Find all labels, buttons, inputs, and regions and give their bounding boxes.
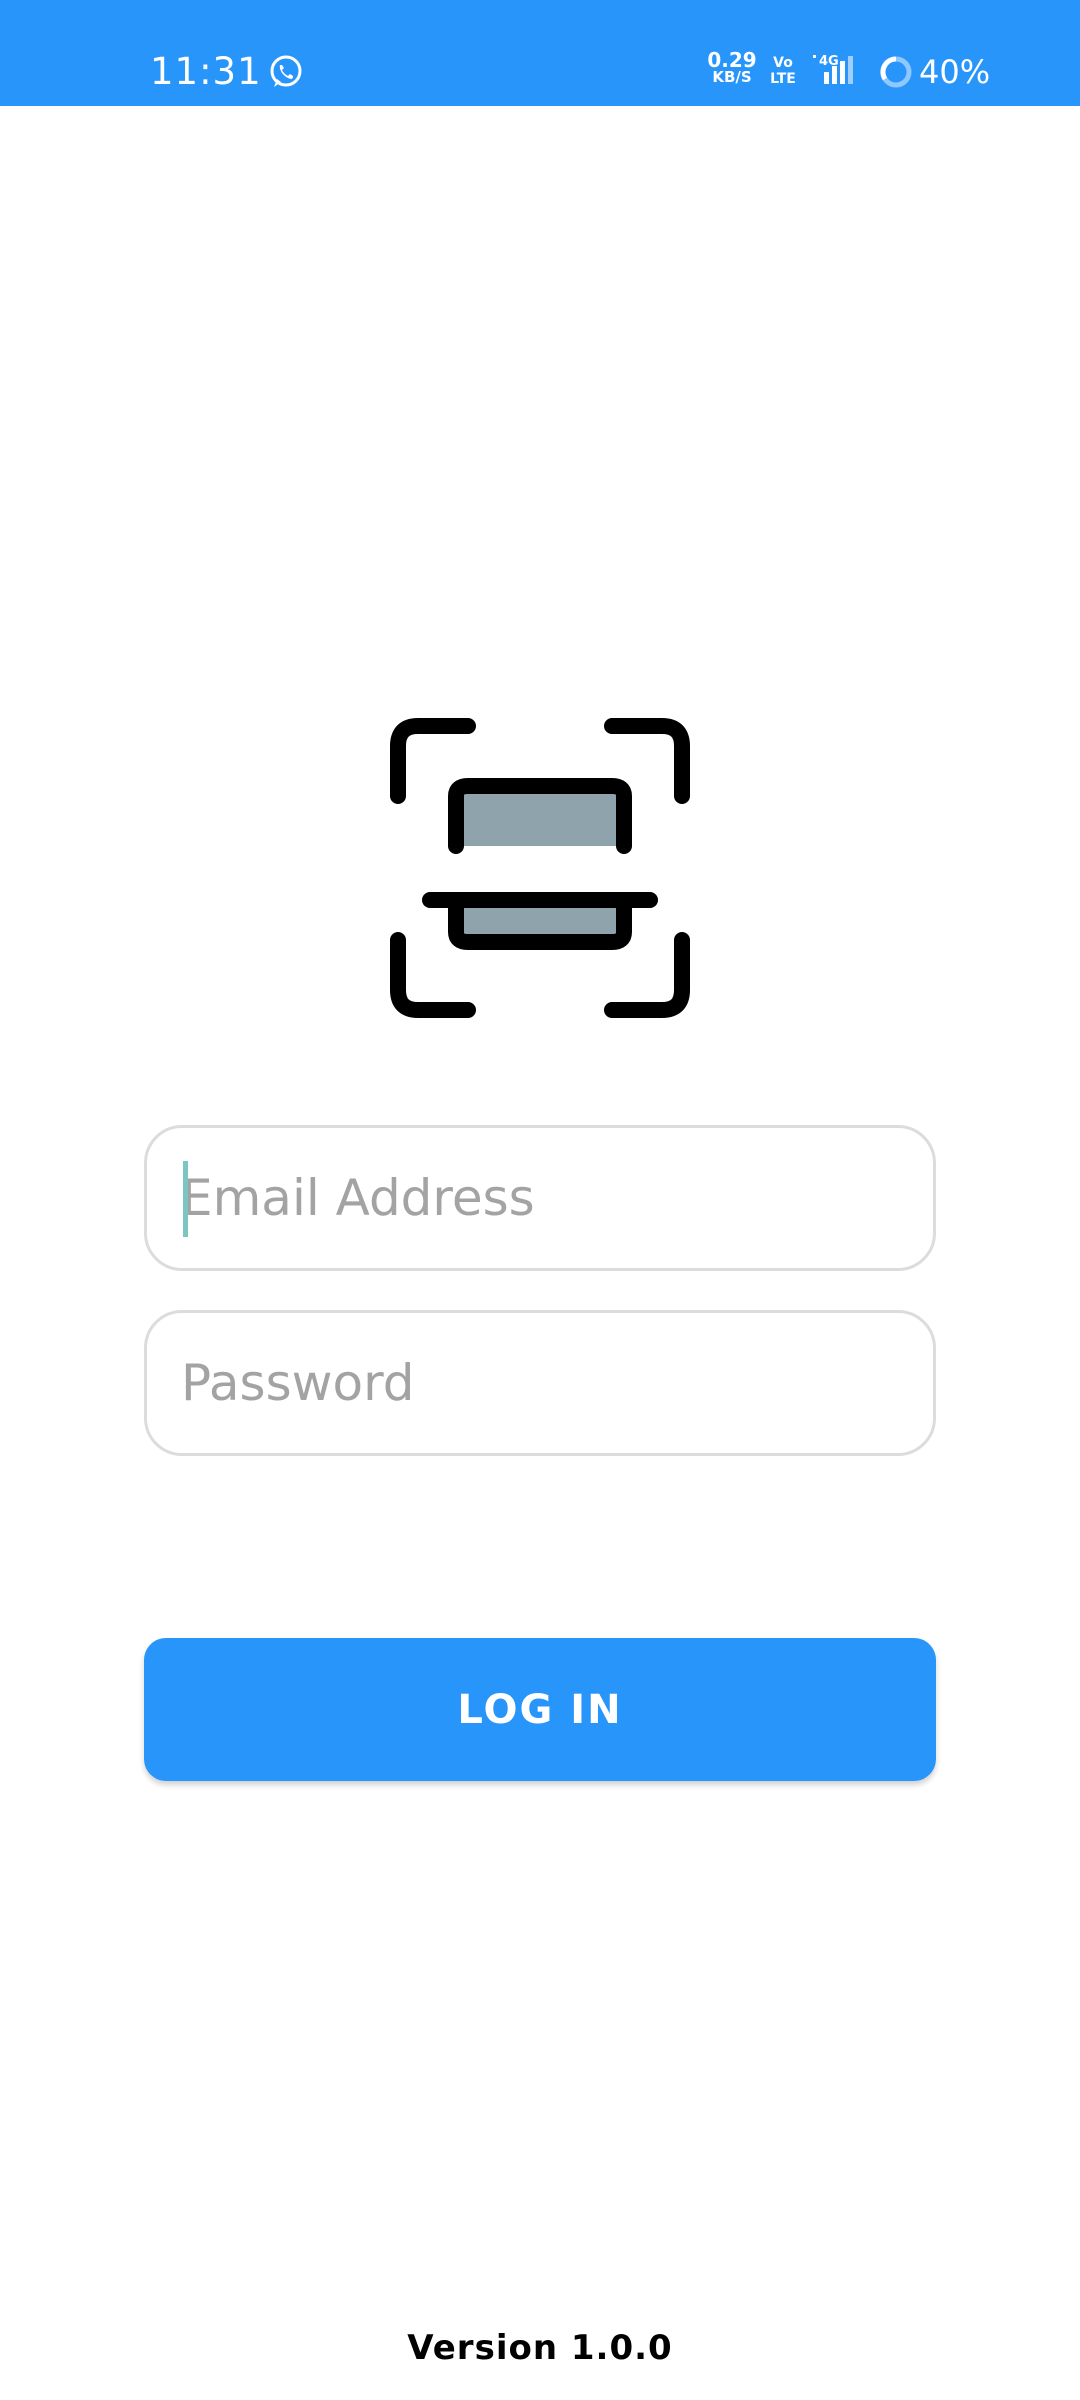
status-bar: 11:31 0.29 KB/S Vo LTE 4G 40%: [0, 0, 1080, 106]
battery-percent: 40%: [919, 53, 991, 91]
battery-ring-icon: [880, 56, 912, 88]
password-field-container: [144, 1310, 936, 1456]
login-button[interactable]: LOG IN: [144, 1638, 936, 1781]
login-button-label: LOG IN: [457, 1686, 623, 1733]
network-speed-unit: KB/S: [712, 68, 752, 86]
signal-icon: 4G: [813, 54, 853, 84]
app-version: Version 1.0.0: [407, 2328, 673, 2368]
whatsapp-icon: [270, 55, 302, 87]
network-speed: 0.29 KB/S: [706, 48, 758, 86]
volte-indicator: Vo LTE: [770, 55, 796, 87]
email-field[interactable]: [181, 1128, 901, 1268]
volte-line2: LTE: [770, 71, 796, 87]
email-field-container: [144, 1125, 936, 1271]
text-cursor: [183, 1161, 188, 1237]
password-field[interactable]: [181, 1313, 901, 1453]
network-speed-value: 0.29: [707, 48, 757, 72]
document-scan-icon: [390, 718, 690, 1018]
status-time: 11:31: [150, 50, 262, 93]
volte-line1: Vo: [773, 55, 793, 71]
